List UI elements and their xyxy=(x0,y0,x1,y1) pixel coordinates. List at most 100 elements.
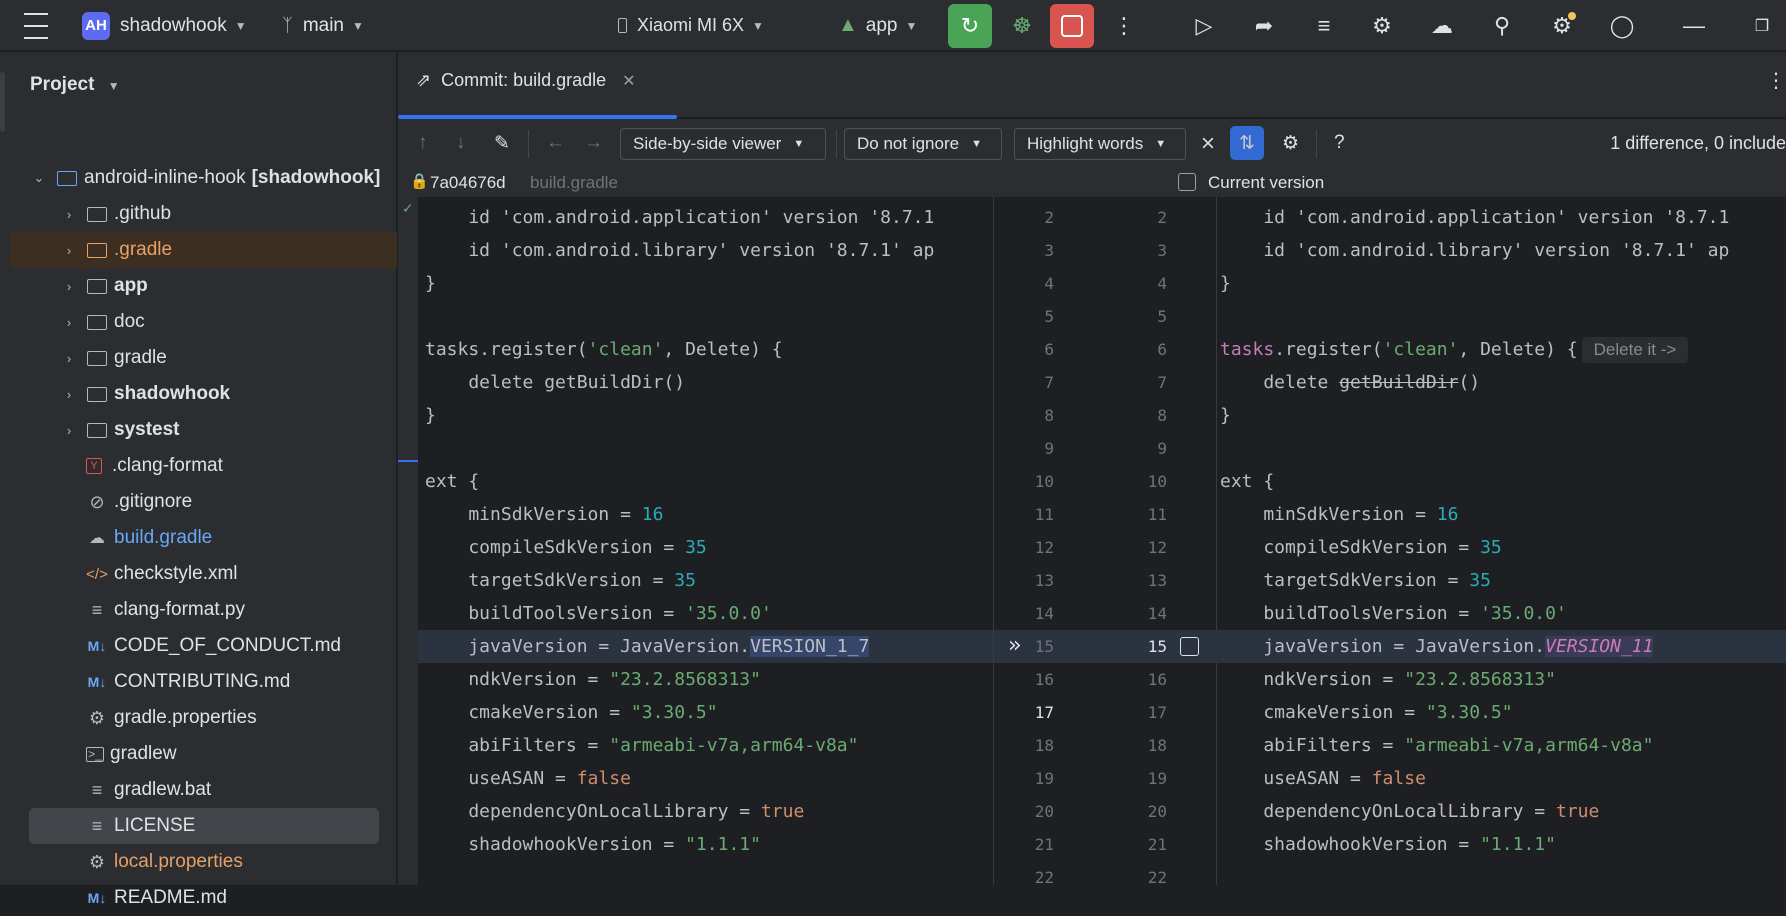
close-icon[interactable]: ✕ xyxy=(622,71,635,91)
tree-item-gradlew[interactable]: >_ gradlew xyxy=(10,736,397,772)
sync-scroll-icon[interactable]: ⇅ xyxy=(1230,126,1264,160)
tree-item-gitignore[interactable]: ⊘ .gitignore xyxy=(10,484,397,520)
forward-icon[interactable]: → xyxy=(584,132,603,154)
checkmark-icon: ✓ xyxy=(402,200,414,216)
yaml-file-icon: Y xyxy=(86,458,102,474)
tree-item-contributing[interactable]: M↓ CONTRIBUTING.md xyxy=(10,664,397,700)
right-line-number: 12 xyxy=(1147,538,1167,557)
code-line: dependencyOnLocalLibrary = true xyxy=(1217,795,1786,828)
device-selector[interactable]: Xiaomi MI 6X ▼ xyxy=(618,0,764,51)
tree-item-build-gradle[interactable]: ☁ build.gradle xyxy=(10,520,397,556)
inline-hint[interactable]: Delete it -> xyxy=(1581,337,1689,363)
code-line: id 'com.android.library' version '8.7.1'… xyxy=(1217,234,1786,267)
code-text: () xyxy=(663,372,686,393)
code-text: targetSdkVersion = xyxy=(1220,570,1470,591)
edit-source-icon[interactable]: ✎ xyxy=(494,132,510,155)
more-actions-button[interactable]: ⋮ xyxy=(1102,4,1146,48)
settings-icon[interactable]: ⚙ xyxy=(1282,132,1299,155)
viewer-dropdown[interactable]: Side-by-side viewer ▼ xyxy=(620,128,826,160)
tree-item-code-of-conduct[interactable]: M↓ CODE_OF_CONDUCT.md xyxy=(10,628,397,664)
tree-root[interactable]: ⌄ android-inline-hook [shadowhook] xyxy=(30,160,417,196)
previous-difference-icon[interactable]: ↑ xyxy=(418,132,428,154)
code-line: targetSdkVersion = 35 xyxy=(418,564,993,597)
search-icon[interactable]: ⚲ xyxy=(1480,4,1524,48)
tree-item-doc[interactable]: › doc xyxy=(10,304,397,340)
right-line-number: 3 xyxy=(1157,241,1167,260)
rerun-button[interactable]: ↻ xyxy=(948,4,992,48)
tree-item-gradle[interactable]: › gradle xyxy=(10,340,397,376)
right-line-number: 16 xyxy=(1147,670,1167,689)
highlight-dropdown[interactable]: Highlight words ▼ xyxy=(1014,128,1186,160)
right-line-number: 13 xyxy=(1147,571,1167,590)
tree-item-label: CONTRIBUTING.md xyxy=(114,671,291,692)
right-editor-current-version[interactable]: id 'com.android.application' version '8.… xyxy=(1217,197,1786,885)
debug-button[interactable]: ☸ xyxy=(1000,4,1044,48)
left-editor-old-version[interactable]: id 'com.android.application' version '8.… xyxy=(418,197,993,885)
run-config-selector[interactable]: ▲ app ▼ xyxy=(838,0,917,51)
tree-item-checkstyle[interactable]: </> checkstyle.xml xyxy=(10,556,397,592)
code-line: cmakeVersion = "3.30.5" xyxy=(418,696,993,729)
tab-commit-build-gradle[interactable]: ⇗ Commit: build.gradle ✕ xyxy=(416,70,636,91)
module-folder-icon xyxy=(56,169,78,187)
project-view-selector[interactable]: Project ▼ xyxy=(30,74,120,96)
apply-changes-icon[interactable]: ▷ xyxy=(1182,4,1226,48)
code-text: } xyxy=(1220,273,1231,294)
code-string: "3.30.5" xyxy=(630,702,718,723)
restore-window-button[interactable]: ❐ xyxy=(1740,4,1784,48)
code-line: targetSdkVersion = 35 xyxy=(1217,564,1786,597)
project-selector[interactable]: AH shadowhook ▼ xyxy=(82,0,247,51)
help-icon[interactable]: ? xyxy=(1334,132,1345,154)
xml-file-icon: </> xyxy=(86,565,108,583)
tree-item-gradle-properties[interactable]: ⚙ gradle.properties xyxy=(10,700,397,736)
left-line-number: 3 xyxy=(1044,241,1054,260)
tree-item-systest[interactable]: › systest xyxy=(10,412,397,448)
tree-item-clang-format-py[interactable]: ≡ clang-format.py xyxy=(10,592,397,628)
code-text: cmakeVersion = xyxy=(425,702,631,723)
code-line: ndkVersion = "23.2.8568313" xyxy=(1217,663,1786,696)
stop-button[interactable] xyxy=(1050,4,1094,48)
next-difference-icon[interactable]: ↓ xyxy=(456,132,466,154)
branch-selector[interactable]: ᛉ main ▼ xyxy=(282,0,364,51)
code-line: id 'com.android.library' version '8.7.1'… xyxy=(418,234,993,267)
sidebar-scrollbar[interactable] xyxy=(0,72,5,132)
back-icon[interactable]: ← xyxy=(546,132,565,154)
code-line: tasks.register('clean', Delete) { xyxy=(418,333,993,366)
markdown-file-icon: M↓ xyxy=(87,674,107,690)
code-string: "armeabi-v7a,arm64-v8a" xyxy=(609,735,859,756)
tree-item-github[interactable]: › .github xyxy=(10,196,397,232)
right-line-number: 22 xyxy=(1147,868,1167,887)
code-string: '35.0.0' xyxy=(685,603,772,624)
main-menu-button[interactable] xyxy=(24,0,48,51)
account-icon[interactable]: ◯ xyxy=(1600,4,1644,48)
tree-item-label: .github xyxy=(114,203,172,224)
changes-list-icon[interactable]: ≡ xyxy=(1302,4,1346,48)
include-change-checkbox[interactable] xyxy=(1180,637,1199,656)
code-line: id 'com.android.application' version '8.… xyxy=(418,201,993,234)
minimize-window-button[interactable]: — xyxy=(1672,4,1716,48)
tree-item-clang-format[interactable]: Y .clang-format xyxy=(10,448,397,484)
toolbar-separator xyxy=(528,130,529,158)
collapse-unchanged-icon[interactable]: ⨯ xyxy=(1200,132,1216,155)
tree-item-gradle-cache[interactable]: › .gradle xyxy=(10,232,397,268)
tabs-more-icon[interactable]: ⋮ xyxy=(1766,68,1786,93)
tree-item-gradlew-bat[interactable]: ≡ gradlew.bat xyxy=(10,772,397,808)
tree-item-shadowhook[interactable]: › shadowhook xyxy=(10,376,397,412)
device-mirror-icon[interactable]: ☁ xyxy=(1420,4,1464,48)
attach-debugger-icon[interactable]: ⚙ xyxy=(1360,4,1404,48)
project-tool-window: Project ▼ ⌄ android-inline-hook [shadowh… xyxy=(0,52,397,908)
tree-item-label: gradle.properties xyxy=(114,707,257,728)
settings-icon[interactable]: ⚙ xyxy=(1540,4,1584,48)
ignore-dropdown[interactable]: Do not ignore ▼ xyxy=(844,128,1002,160)
dropdown-arrow-icon: ▼ xyxy=(971,138,982,150)
tree-item-app[interactable]: › app xyxy=(10,268,397,304)
apply-code-changes-icon[interactable]: ➦ xyxy=(1242,4,1286,48)
right-line-number: 2 xyxy=(1157,208,1167,227)
current-version-checkbox[interactable] xyxy=(1178,173,1196,191)
code-text: useASAN = xyxy=(1220,768,1372,789)
notification-dot xyxy=(1568,12,1576,20)
tree-item-local-properties[interactable]: ⚙ local.properties xyxy=(10,844,397,880)
markdown-file-icon: M↓ xyxy=(87,638,107,654)
tree-item-license[interactable]: ≡ LICENSE xyxy=(29,808,379,844)
tree-item-readme[interactable]: M↓ README.md xyxy=(10,880,397,916)
module-folder-icon xyxy=(86,421,108,439)
